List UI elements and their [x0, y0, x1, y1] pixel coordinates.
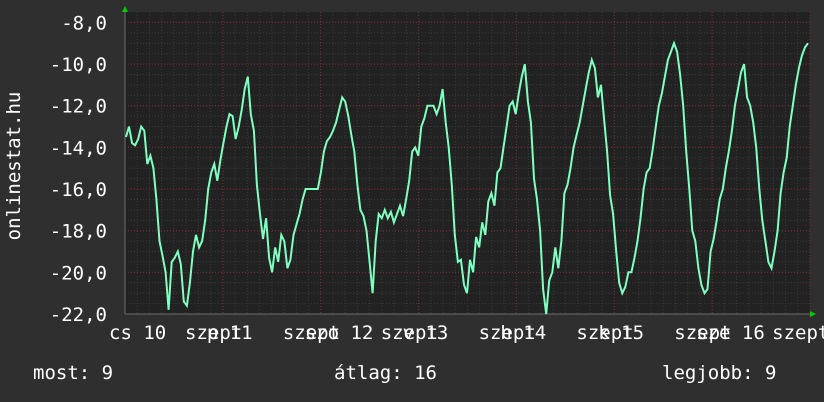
x-tick-label-day: szo 12 [305, 322, 374, 344]
y-tick-label: -22,0 [50, 304, 107, 326]
y-tick-label: -16,0 [50, 179, 107, 201]
x-axis-arrow-icon [810, 311, 816, 317]
x-tick-label-day: k 15 [598, 322, 644, 344]
x-tick-label-day: h 14 [500, 322, 546, 344]
y-tick-label: -18,0 [50, 221, 107, 243]
stat-now-label: most: [33, 362, 91, 384]
x-tick-label-day: v 13 [403, 322, 449, 344]
y-axis-label: onlinestat.hu [3, 92, 25, 241]
y-tick-label: -20,0 [50, 262, 107, 284]
stat-average-label: átlag: [334, 362, 403, 384]
stat-best-label: legjobb: [662, 362, 754, 384]
stat-best: legjobb: 9 [662, 362, 776, 384]
stat-average-value: 16 [414, 362, 437, 384]
x-axis-tick-labels: cs 10 szeptp 11 szeptszo 12 szeptv 13 szepth… [109, 322, 824, 344]
y-tick-label: -8,0 [61, 12, 107, 34]
stat-now-value: 9 [101, 362, 114, 384]
stat-best-value: 9 [764, 362, 777, 384]
x-tick-label-month: szept [772, 322, 824, 344]
y-tick-label: -14,0 [50, 137, 107, 159]
x-tick-label-day: p 11 [207, 322, 253, 344]
y-tick-label: -10,0 [50, 54, 107, 76]
y-axis-arrow-icon [122, 6, 128, 12]
stat-now: most: 9 [33, 362, 113, 384]
temperature-chart: -8,0-10,0-12,0-14,0-16,0-18,0-20,0-22,0 … [3, 6, 824, 344]
stat-average: átlag: 16 [334, 362, 437, 384]
x-tick-label-day: sze 16 [696, 322, 765, 344]
y-tick-label: -12,0 [50, 96, 107, 118]
x-tick-label-day: cs 10 [109, 322, 166, 344]
y-axis-tick-labels: -8,0 -10,0 -12,0 -14,0 -16,0 -18,0 -20,0 -22,0 [50, 12, 107, 326]
